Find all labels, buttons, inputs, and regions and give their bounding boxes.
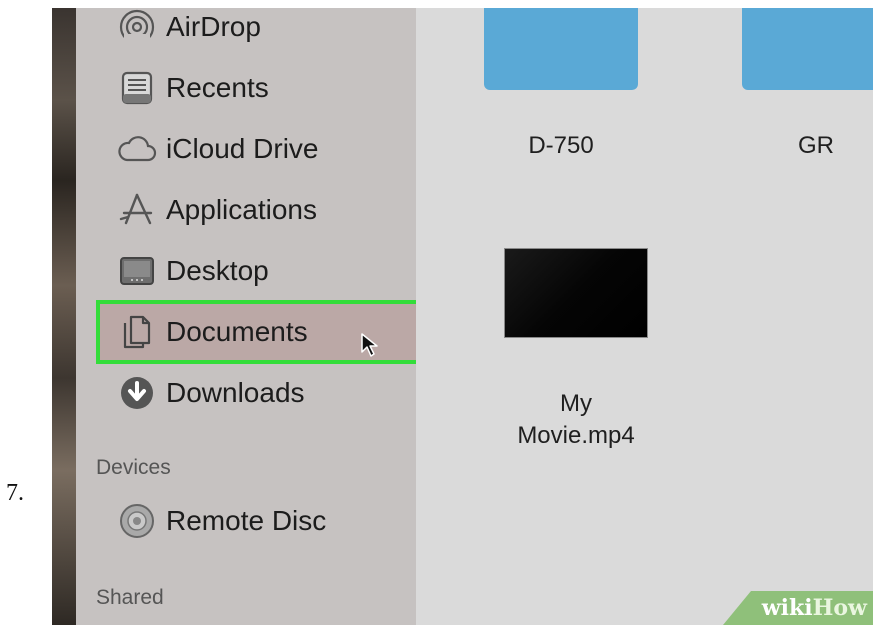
section-header-devices: Devices (96, 456, 171, 479)
file-name-line: My (560, 390, 592, 417)
sidebar-item-label: Desktop (166, 255, 269, 286)
sidebar-item-label: AirDrop (166, 11, 261, 42)
folder-gr-icon[interactable] (742, 8, 873, 90)
sidebar-item-airdrop[interactable]: AirDrop (116, 8, 261, 50)
sidebar-item-remote-disc[interactable]: Remote Disc (116, 498, 326, 544)
sidebar-item-icloud[interactable]: iCloud Drive (116, 126, 319, 172)
file-area: D-750 GR My Movie.mp4 wikiHow (416, 8, 873, 625)
file-name[interactable]: D-750 (486, 132, 636, 160)
airdrop-icon (116, 8, 158, 48)
file-name[interactable]: My Movie.mp4 (476, 388, 676, 452)
sidebar-item-label: Documents (166, 316, 308, 347)
sidebar-item-label: Remote Disc (166, 505, 327, 536)
sidebar-item-desktop[interactable]: Desktop (116, 248, 269, 294)
recents-icon (116, 67, 158, 109)
disc-icon (116, 500, 158, 542)
cloud-icon (116, 128, 158, 170)
desktop-icon (116, 250, 158, 292)
sidebar-item-documents[interactable]: Documents (116, 309, 308, 355)
finder-window: AirDrop Recents iCloud Drive Application… (52, 8, 873, 625)
mouse-pointer-icon (361, 333, 378, 357)
sidebar-item-downloads[interactable]: Downloads (116, 370, 305, 416)
applications-icon (116, 189, 158, 231)
download-icon (116, 372, 158, 414)
wikihow-watermark: wikiHow (723, 591, 873, 625)
sidebar-item-label: Recents (166, 72, 269, 103)
section-header-shared: Shared (96, 586, 164, 609)
background-photo (52, 8, 76, 625)
file-name-line: Movie.mp4 (517, 422, 635, 449)
sidebar-item-label: Applications (166, 194, 317, 225)
watermark-prefix: wiki (761, 595, 813, 621)
documents-icon (116, 311, 158, 353)
sidebar-item-applications[interactable]: Applications (116, 187, 317, 233)
video-thumbnail[interactable] (504, 248, 648, 338)
sidebar-item-label: iCloud Drive (166, 133, 319, 164)
sidebar-item-label: Downloads (166, 377, 305, 408)
sidebar: AirDrop Recents iCloud Drive Application… (76, 8, 440, 625)
watermark-suffix: How (812, 595, 867, 621)
folder-d750-icon[interactable] (484, 8, 638, 90)
sidebar-item-recents[interactable]: Recents (116, 65, 269, 111)
file-name[interactable]: GR (776, 132, 856, 160)
step-number: 7. (6, 480, 24, 506)
